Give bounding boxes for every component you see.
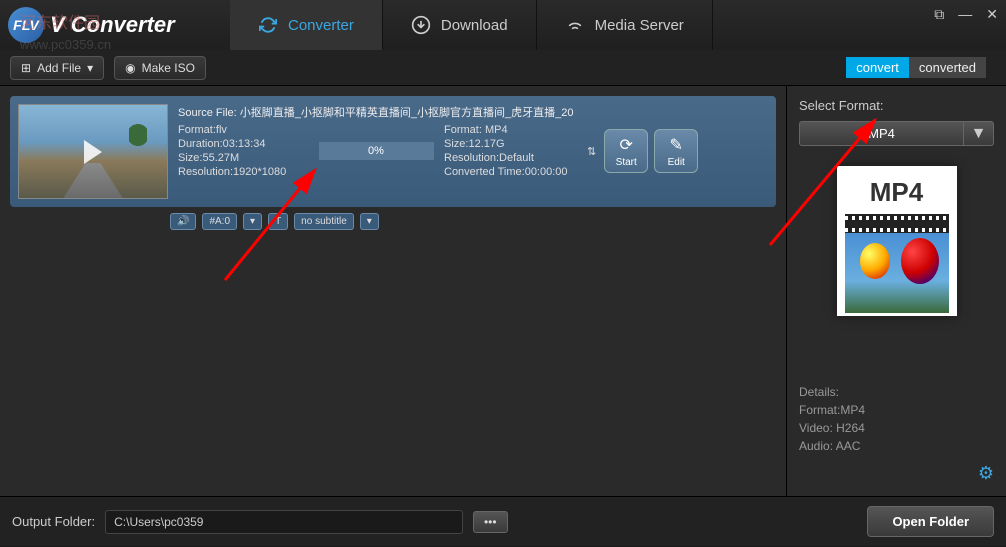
subtitle-dropdown[interactable]: ▾ <box>360 213 379 230</box>
sort-icon[interactable]: ⇅ <box>587 145 596 158</box>
converted-tab[interactable]: converted <box>909 57 986 78</box>
output-size: Size:12.17G <box>444 138 579 150</box>
progress-bar: 0% <box>319 142 434 160</box>
tab-media-server[interactable]: Media Server <box>537 0 713 50</box>
input-resolution: Resolution:1920*1080 <box>178 166 308 178</box>
tab-download[interactable]: Download <box>383 0 537 50</box>
pencil-icon: ✎ <box>670 135 683 155</box>
mute-button[interactable]: 🔊 <box>170 213 196 230</box>
source-file-name: 小抠脚直播_小抠脚和平精英直播间_小抠脚官方直播间_虎牙直播_20 <box>240 107 574 119</box>
app-title: V Converter <box>50 12 175 38</box>
add-file-button[interactable]: ⊞ Add File ▾ <box>10 56 104 80</box>
edit-label: Edit <box>668 157 685 168</box>
minimize-icon[interactable]: — <box>958 6 972 23</box>
browse-button[interactable]: ••• <box>473 511 508 533</box>
file-item[interactable]: Source File: 小抠脚直播_小抠脚和平精英直播间_小抠脚官方直播间_虎… <box>10 96 776 207</box>
start-button[interactable]: ⟳ Start <box>604 129 648 173</box>
settings-icon[interactable]: ⚙ <box>978 463 994 484</box>
open-folder-button[interactable]: Open Folder <box>867 506 994 537</box>
input-size: Size:55.27M <box>178 152 308 164</box>
add-file-label: Add File <box>37 61 81 75</box>
input-duration: Duration:03:13:34 <box>178 138 308 150</box>
chevron-down-icon: ▾ <box>87 61 93 75</box>
download-icon <box>411 15 431 35</box>
audio-track-select[interactable]: #A:0 <box>202 213 237 230</box>
video-thumbnail[interactable] <box>18 104 168 199</box>
make-iso-button[interactable]: ◉ Make ISO <box>114 56 206 80</box>
make-iso-label: Make ISO <box>142 61 195 75</box>
convert-tab[interactable]: convert <box>846 57 909 78</box>
refresh-icon <box>258 15 278 35</box>
close-icon[interactable]: ✕ <box>986 6 998 23</box>
format-preview-label: MP4 <box>840 177 954 208</box>
start-label: Start <box>616 157 637 168</box>
plus-icon: ⊞ <box>21 61 31 75</box>
disc-icon: ◉ <box>125 61 135 75</box>
output-format: Format: MP4 <box>444 124 579 136</box>
output-folder-input[interactable] <box>105 510 463 534</box>
tab-media-server-label: Media Server <box>595 17 684 34</box>
popout-icon[interactable]: ⧉ <box>934 6 944 23</box>
edit-button[interactable]: ✎ Edit <box>654 129 698 173</box>
format-display[interactable]: MP4 <box>799 121 964 146</box>
tab-converter-label: Converter <box>288 17 354 34</box>
format-preview: MP4 <box>837 166 957 316</box>
source-file-label: Source File: <box>178 107 237 119</box>
tab-download-label: Download <box>441 17 508 34</box>
input-format: Format:flv <box>178 124 308 136</box>
select-format-label: Select Format: <box>799 98 994 113</box>
wifi-icon <box>565 15 585 35</box>
logo-icon: FLV <box>8 7 44 43</box>
converted-time: Converted Time:00:00:00 <box>444 166 579 178</box>
audio-dropdown[interactable]: ▾ <box>243 213 262 230</box>
subtitle-toggle[interactable]: T <box>268 213 288 230</box>
output-folder-label: Output Folder: <box>12 514 95 529</box>
details-video: Video: H264 <box>799 419 994 437</box>
subtitle-select[interactable]: no subtitle <box>294 213 354 230</box>
output-resolution: Resolution:Default <box>444 152 579 164</box>
details-format: Format:MP4 <box>799 401 994 419</box>
refresh-icon: ⟳ <box>620 135 633 155</box>
tab-converter[interactable]: Converter <box>230 0 383 50</box>
details-audio: Audio: AAC <box>799 437 994 455</box>
details-label: Details: <box>799 383 994 401</box>
format-dropdown[interactable]: ▼ <box>964 121 994 146</box>
app-logo: FLV V Converter 河东软件园 www.pc0359.cn <box>0 7 230 43</box>
